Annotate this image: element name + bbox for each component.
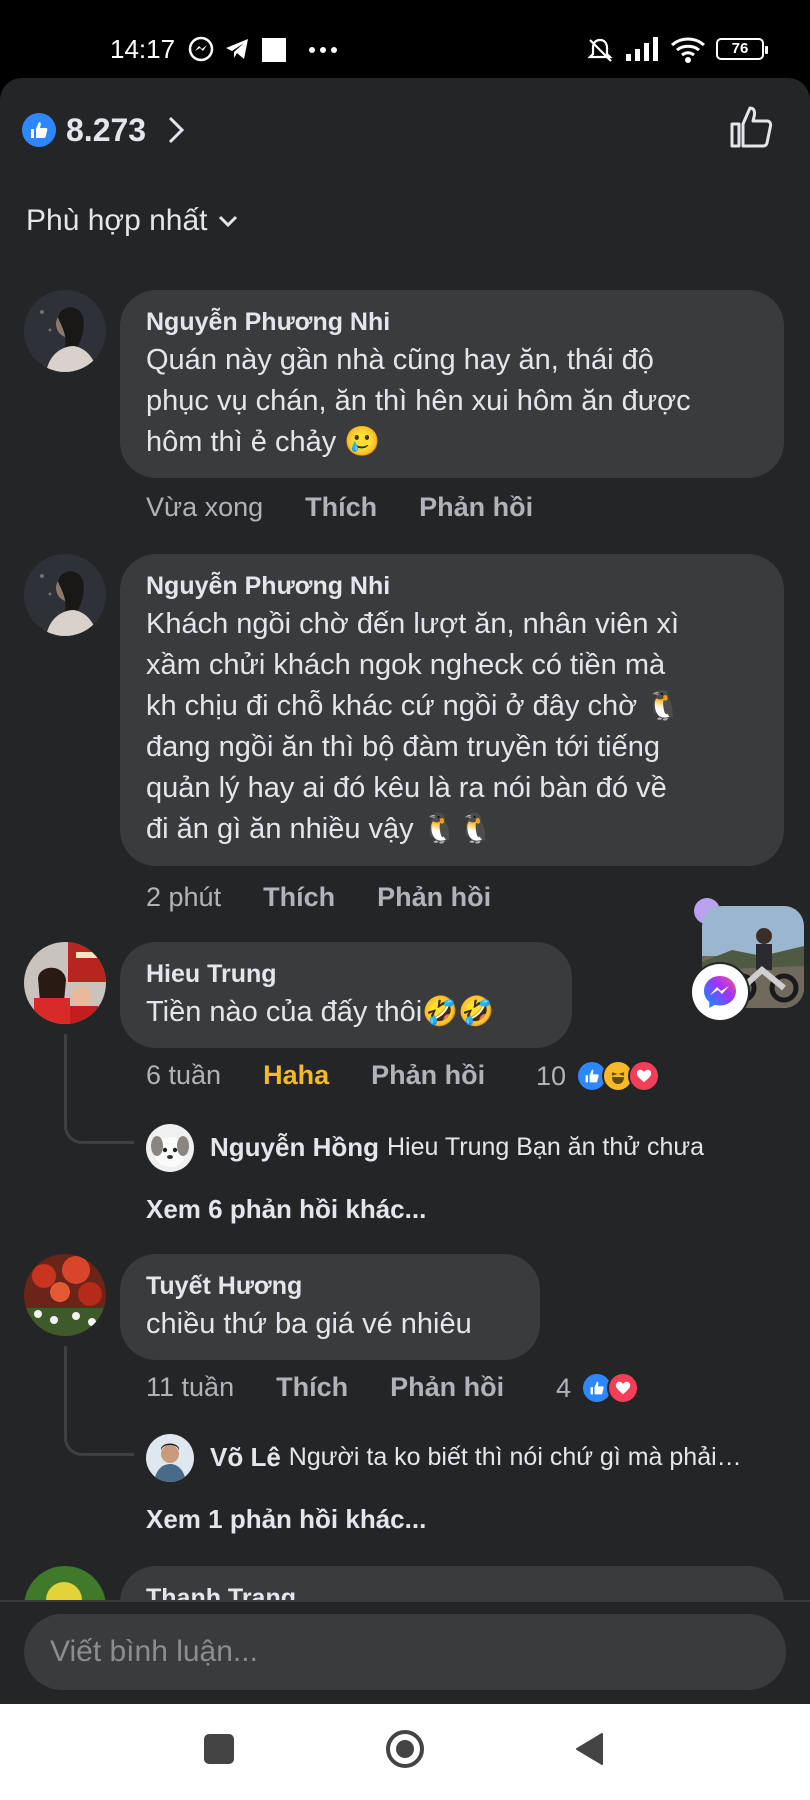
more-dots-icon xyxy=(309,47,337,53)
status-bar: 14:17 76 xyxy=(0,0,810,78)
reply-text: Người ta ko biết thì nói chứ gì mà phải… xyxy=(288,1443,742,1471)
reply-item[interactable]: Nguyễn Hồng Hieu Trung Bạn ăn thử chưa xyxy=(210,1132,704,1163)
reaction-summary[interactable]: 10 xyxy=(536,1060,661,1092)
comment-actions: 6 tuần Haha Phản hồi xyxy=(146,1060,527,1091)
back-button[interactable] xyxy=(574,1732,604,1766)
comment-time: 11 tuần xyxy=(146,1372,235,1402)
reaction-count: 4 xyxy=(556,1372,572,1403)
comment-author[interactable]: Nguyễn Phương Nhi xyxy=(146,568,758,604)
comment-input[interactable] xyxy=(24,1614,786,1690)
signal-icon xyxy=(626,37,658,61)
comment-actions: 11 tuần Thích Phản hồi xyxy=(146,1372,546,1403)
comment-bubble[interactable]: Nguyễn Phương Nhi Quán này gần nhà cũng … xyxy=(120,290,784,478)
status-time: 14:17 xyxy=(110,34,176,64)
chevron-right-icon xyxy=(169,116,185,144)
love-reaction-icon xyxy=(628,1060,661,1092)
avatar[interactable] xyxy=(24,1254,106,1336)
avatar[interactable] xyxy=(24,554,106,636)
messenger-icon xyxy=(188,36,214,62)
comment-author[interactable]: Hieu Trung xyxy=(146,956,546,992)
recent-apps-button[interactable] xyxy=(204,1734,234,1764)
comment-bubble[interactable]: Tuyết Hương chiều thứ ba giá vé nhiêu xyxy=(120,1254,540,1360)
like-comment-button[interactable]: Thích xyxy=(305,492,377,523)
comment-actions: Vừa xong Thích Phản hồi xyxy=(146,492,575,523)
likes-summary[interactable]: 8.273 xyxy=(22,106,186,154)
avatar[interactable] xyxy=(146,1434,194,1482)
comment-time: Vừa xong xyxy=(146,492,264,522)
comment-text: chiều thứ ba giá vé nhiêu xyxy=(146,1308,472,1340)
comment-time: 2 phút xyxy=(146,882,222,912)
battery-icon: 76 xyxy=(716,38,768,60)
reply-author[interactable]: Nguyễn Hồng xyxy=(210,1132,379,1163)
chevron-down-icon xyxy=(219,215,238,228)
reply-button[interactable]: Phản hồi xyxy=(377,882,491,913)
comment-bubble[interactable]: Nguyễn Phương Nhi Khách ngồi chờ đến lượ… xyxy=(120,554,784,866)
sort-label: Phù hợp nhất xyxy=(26,204,208,237)
comment-text: kh chịu đi chỗ khác cứ ngồi ở đây chờ 🐧 xyxy=(146,690,682,722)
comment-author[interactable]: Nguyễn Phương Nhi xyxy=(146,304,758,340)
reply-item[interactable]: Võ Lê Người ta ko biết thì nói chứ gì mà… xyxy=(210,1442,742,1473)
like-comment-button[interactable]: Thích xyxy=(276,1372,348,1403)
thread-line xyxy=(64,1346,134,1456)
sort-dropdown[interactable]: Phù hợp nhất xyxy=(26,204,239,238)
square-icon xyxy=(262,38,286,62)
reply-text: Hieu Trung Bạn ăn thử chưa xyxy=(387,1133,704,1161)
reaction-summary[interactable]: 4 xyxy=(556,1372,640,1404)
comment-text: xầm chửi khách ngok ngheck có tiền mà xyxy=(146,649,666,681)
comment-bubble[interactable]: Hieu Trung Tiền nào của đấy thôi🤣🤣 xyxy=(120,942,572,1048)
comment-time: 6 tuần xyxy=(146,1060,222,1090)
view-more-replies[interactable]: Xem 1 phản hồi khác... xyxy=(146,1504,426,1535)
messenger-icon[interactable] xyxy=(692,964,748,1020)
mute-icon xyxy=(587,38,613,62)
comment-text: Quán này gần nhà cũng hay ăn, thái độ xyxy=(146,344,654,376)
view-more-replies[interactable]: Xem 6 phản hồi khác... xyxy=(146,1194,426,1225)
telegram-icon xyxy=(226,39,248,59)
avatar[interactable] xyxy=(24,942,106,1024)
comment-text: đi ăn gì ăn nhiều vậy 🐧🐧 xyxy=(146,813,494,845)
reaction-count: 10 xyxy=(536,1060,567,1091)
love-reaction-icon xyxy=(607,1372,640,1404)
comment-text: hôm thì ẻ chảy 🥲 xyxy=(146,426,381,458)
avatar[interactable] xyxy=(24,290,106,372)
thread-line xyxy=(64,1034,134,1144)
haha-reaction-button[interactable]: Haha xyxy=(263,1060,329,1091)
like-reaction-icon xyxy=(22,113,56,147)
comment-text: Khách ngồi chờ đến lượt ăn, nhân viên xì xyxy=(146,608,680,640)
like-button-icon[interactable] xyxy=(728,104,774,150)
comment-text: đang ngồi ăn thì bộ đàm truyền tới tiếng xyxy=(146,731,660,763)
system-nav-bar xyxy=(0,1704,810,1800)
home-button[interactable] xyxy=(384,1728,426,1770)
comment-text: Tiền nào của đấy thôi🤣🤣 xyxy=(146,996,495,1028)
comment-text: phục vụ chán, ăn thì hên xui hôm ăn được xyxy=(146,385,691,417)
reply-button[interactable]: Phản hồi xyxy=(390,1372,504,1403)
avatar[interactable] xyxy=(146,1124,194,1172)
comment-author[interactable]: Tuyết Hương xyxy=(146,1268,514,1304)
comment-text: quản lý hay ai đó kêu là ra nói bàn đó v… xyxy=(146,772,667,804)
comment-actions: 2 phút Thích Phản hồi xyxy=(146,882,533,913)
like-comment-button[interactable]: Thích xyxy=(263,882,335,913)
likes-count: 8.273 xyxy=(66,111,147,148)
reply-button[interactable]: Phản hồi xyxy=(371,1060,485,1091)
reply-button[interactable]: Phản hồi xyxy=(419,492,533,523)
reply-author[interactable]: Võ Lê xyxy=(210,1442,281,1473)
wifi-icon xyxy=(671,37,705,63)
